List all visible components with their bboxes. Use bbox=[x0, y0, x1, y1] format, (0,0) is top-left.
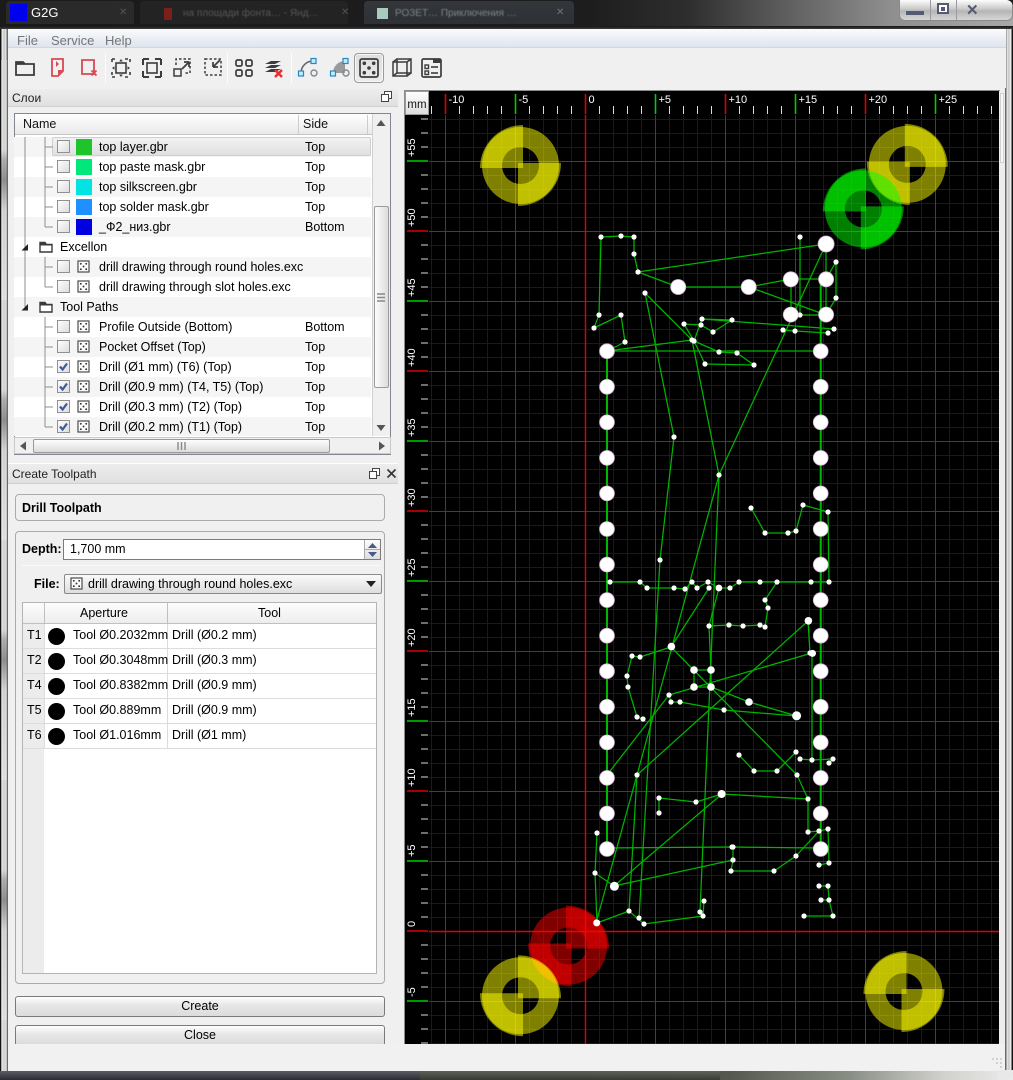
svg-text:+25: +25 bbox=[939, 94, 958, 106]
svg-text:0: 0 bbox=[406, 921, 418, 927]
svg-text:-10: -10 bbox=[449, 94, 465, 106]
svg-text:+20: +20 bbox=[406, 628, 418, 647]
svg-text:+5: +5 bbox=[406, 844, 418, 857]
svg-text:+40: +40 bbox=[406, 348, 418, 367]
svg-text:+10: +10 bbox=[406, 768, 418, 787]
svg-text:mm: mm bbox=[407, 99, 426, 111]
svg-text:+15: +15 bbox=[406, 698, 418, 717]
svg-text:+10: +10 bbox=[729, 94, 748, 106]
svg-text:+45: +45 bbox=[406, 278, 418, 297]
svg-text:+35: +35 bbox=[406, 418, 418, 437]
svg-text:0: 0 bbox=[589, 94, 595, 106]
svg-text:+20: +20 bbox=[869, 94, 888, 106]
svg-text:+15: +15 bbox=[799, 94, 818, 106]
svg-text:+55: +55 bbox=[406, 138, 418, 157]
svg-text:-5: -5 bbox=[406, 987, 418, 997]
svg-text:+25: +25 bbox=[406, 558, 418, 577]
svg-text:+50: +50 bbox=[406, 208, 418, 227]
svg-text:-5: -5 bbox=[519, 94, 529, 106]
svg-text:+5: +5 bbox=[659, 94, 672, 106]
svg-text:+30: +30 bbox=[406, 488, 418, 507]
